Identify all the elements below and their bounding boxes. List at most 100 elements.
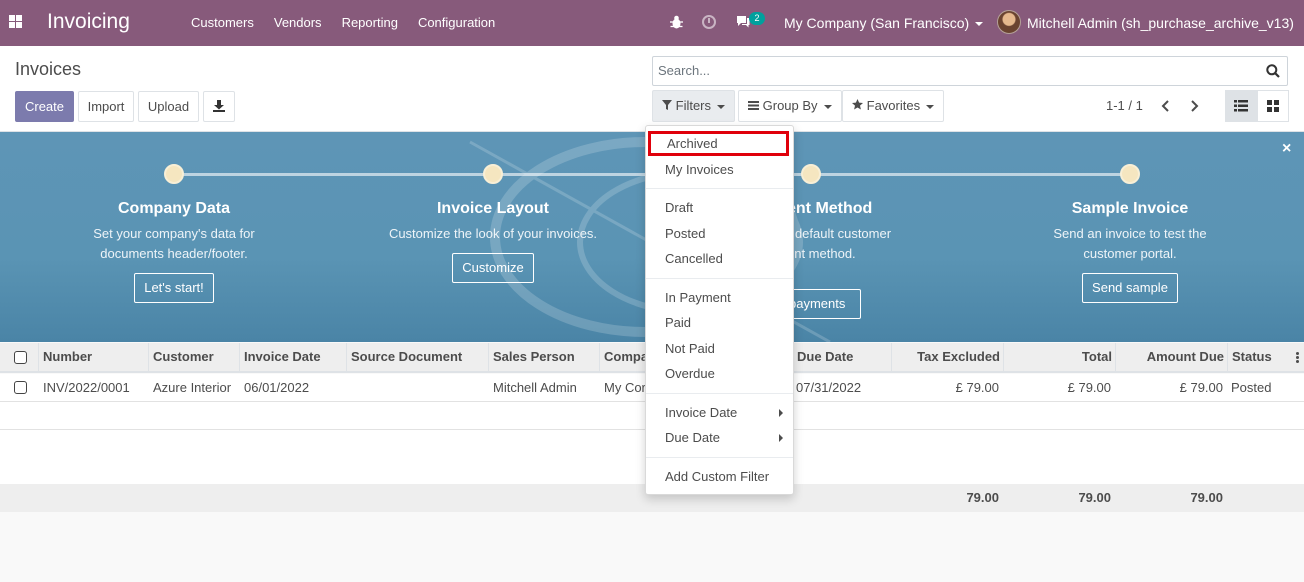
- filter-not-paid[interactable]: Not Paid: [646, 336, 793, 361]
- search-input[interactable]: [658, 63, 1248, 78]
- send-sample-button[interactable]: Send sample: [1082, 273, 1178, 303]
- filter-cancelled[interactable]: Cancelled: [646, 246, 793, 271]
- list-view-button[interactable]: [1225, 90, 1257, 122]
- column-amount-due[interactable]: Amount Due: [1115, 343, 1228, 371]
- user-avatar[interactable]: [997, 10, 1021, 34]
- company-name: My Company (San Francisco): [784, 15, 970, 31]
- cell-status: Posted: [1231, 380, 1272, 395]
- step-description-line2: ent method.: [787, 246, 856, 261]
- filter-posted[interactable]: Posted: [646, 221, 793, 246]
- chevron-left-icon[interactable]: [1161, 98, 1171, 114]
- filter-paid[interactable]: Paid: [646, 310, 793, 335]
- step-description: Set your company's data for documents he…: [93, 226, 255, 261]
- add-custom-filter[interactable]: Add Custom Filter: [646, 464, 793, 489]
- kanban-view-icon: [1267, 100, 1279, 112]
- pager-value[interactable]: 1-1 / 1: [1106, 98, 1143, 113]
- step-company-data: Company Data Set your company's data for…: [54, 198, 294, 303]
- cell-tax-excluded: £ 79.00: [955, 380, 999, 395]
- filter-my-invoices[interactable]: My Invoices: [646, 157, 793, 182]
- caret-down-icon: [717, 104, 726, 109]
- column-total[interactable]: Total: [1003, 343, 1116, 371]
- cell-customer: Azure Interior: [153, 380, 232, 395]
- caret-right-icon: [779, 409, 783, 417]
- dropdown-divider: [646, 188, 793, 189]
- user-name: Mitchell Admin (sh_purchase_archive_v13): [1027, 15, 1294, 31]
- chevron-right-icon[interactable]: [1189, 98, 1199, 114]
- step-payment-method: ent Method r default customer ent method…: [781, 198, 947, 319]
- total-tax-excluded: 79.00: [966, 490, 999, 505]
- main-menu: Customers Vendors Reporting Configuratio…: [181, 0, 505, 46]
- download-icon: [213, 100, 225, 112]
- menu-configuration[interactable]: Configuration: [408, 0, 505, 46]
- step-invoice-layout: Invoice Layout Customize the look of you…: [373, 198, 613, 283]
- filters-label: Filters: [675, 98, 712, 113]
- app-brand[interactable]: Invoicing: [47, 10, 130, 34]
- step-dot: [1120, 164, 1140, 184]
- cell-sales-person: Mitchell Admin: [493, 380, 577, 395]
- caret-down-icon: [823, 104, 832, 109]
- group-by-label: Group By: [762, 98, 818, 113]
- favorites-button[interactable]: Favorites: [842, 90, 945, 122]
- filter-invoice-date-label: Invoice Date: [665, 405, 738, 420]
- list-view-icon: [1234, 100, 1248, 112]
- filter-in-payment[interactable]: In Payment: [646, 285, 793, 310]
- chat-icon[interactable]: [736, 15, 750, 28]
- download-button[interactable]: [203, 91, 235, 122]
- select-all-checkbox[interactable]: [14, 351, 27, 364]
- cell-number: INV/2022/0001: [43, 380, 130, 395]
- chat-count-badge: 2: [749, 12, 765, 25]
- star-icon: [852, 99, 863, 110]
- column-due-date[interactable]: Due Date: [792, 343, 892, 371]
- kanban-view-button[interactable]: [1257, 90, 1289, 122]
- caret-down-icon: [975, 22, 984, 27]
- column-company[interactable]: Compa: [599, 343, 647, 371]
- column-tax-excluded[interactable]: Tax Excluded: [891, 343, 1004, 371]
- column-source-document[interactable]: Source Document: [346, 343, 489, 371]
- dropdown-divider: [646, 278, 793, 279]
- filter-due-date[interactable]: Due Date: [646, 425, 793, 450]
- bug-icon[interactable]: [670, 15, 683, 29]
- control-panel: Invoices Create Import Upload Filters Gr…: [0, 46, 1304, 132]
- company-switcher[interactable]: My Company (San Francisco): [784, 0, 984, 46]
- cell-due-date: 07/31/2022: [796, 380, 862, 395]
- filter-draft[interactable]: Draft: [646, 195, 793, 220]
- customize-button[interactable]: Customize: [452, 253, 534, 283]
- top-navbar: Invoicing Customers Vendors Reporting Co…: [0, 0, 1304, 73]
- step-dot: [483, 164, 503, 184]
- import-button[interactable]: Import: [78, 91, 134, 122]
- step-dot: [164, 164, 184, 184]
- cell-amount-due: £ 79.00: [1179, 380, 1223, 395]
- column-customer[interactable]: Customer: [148, 343, 240, 371]
- column-options-icon[interactable]: [1296, 352, 1299, 363]
- caret-down-icon: [926, 104, 935, 109]
- filter-overdue[interactable]: Overdue: [646, 361, 793, 386]
- step-dot: [801, 164, 821, 184]
- filters-button[interactable]: Filters: [652, 90, 736, 122]
- apps-menu-icon[interactable]: [9, 15, 22, 28]
- menu-reporting[interactable]: Reporting: [332, 0, 408, 46]
- cell-company: My Cor: [604, 380, 646, 395]
- create-button[interactable]: Create: [15, 91, 74, 122]
- step-description: Customize the look of your invoices.: [388, 226, 598, 241]
- favorites-label: Favorites: [866, 98, 921, 113]
- upload-button[interactable]: Upload: [138, 91, 199, 122]
- menu-customers[interactable]: Customers: [181, 0, 264, 46]
- activity-clock-icon[interactable]: [702, 15, 716, 29]
- close-icon[interactable]: ×: [1282, 140, 1291, 158]
- filter-archived[interactable]: Archived: [648, 131, 789, 156]
- column-number[interactable]: Number: [38, 343, 149, 371]
- search-bar[interactable]: [652, 56, 1288, 86]
- search-icon[interactable]: [1266, 64, 1280, 78]
- column-status[interactable]: Status: [1227, 343, 1293, 371]
- filters-dropdown: Archived My Invoices Draft Posted Cancel…: [645, 125, 794, 495]
- column-invoice-date[interactable]: Invoice Date: [239, 343, 347, 371]
- group-by-button[interactable]: Group By: [738, 90, 842, 122]
- menu-vendors[interactable]: Vendors: [264, 0, 332, 46]
- filter-invoice-date[interactable]: Invoice Date: [646, 400, 793, 425]
- row-checkbox[interactable]: [14, 381, 27, 394]
- list-bars-icon: [748, 101, 759, 110]
- lets-start-button[interactable]: Let's start!: [134, 273, 214, 303]
- cell-source-document: [347, 374, 355, 401]
- column-sales-person[interactable]: Sales Person: [488, 343, 599, 371]
- filter-due-date-label: Due Date: [665, 430, 720, 445]
